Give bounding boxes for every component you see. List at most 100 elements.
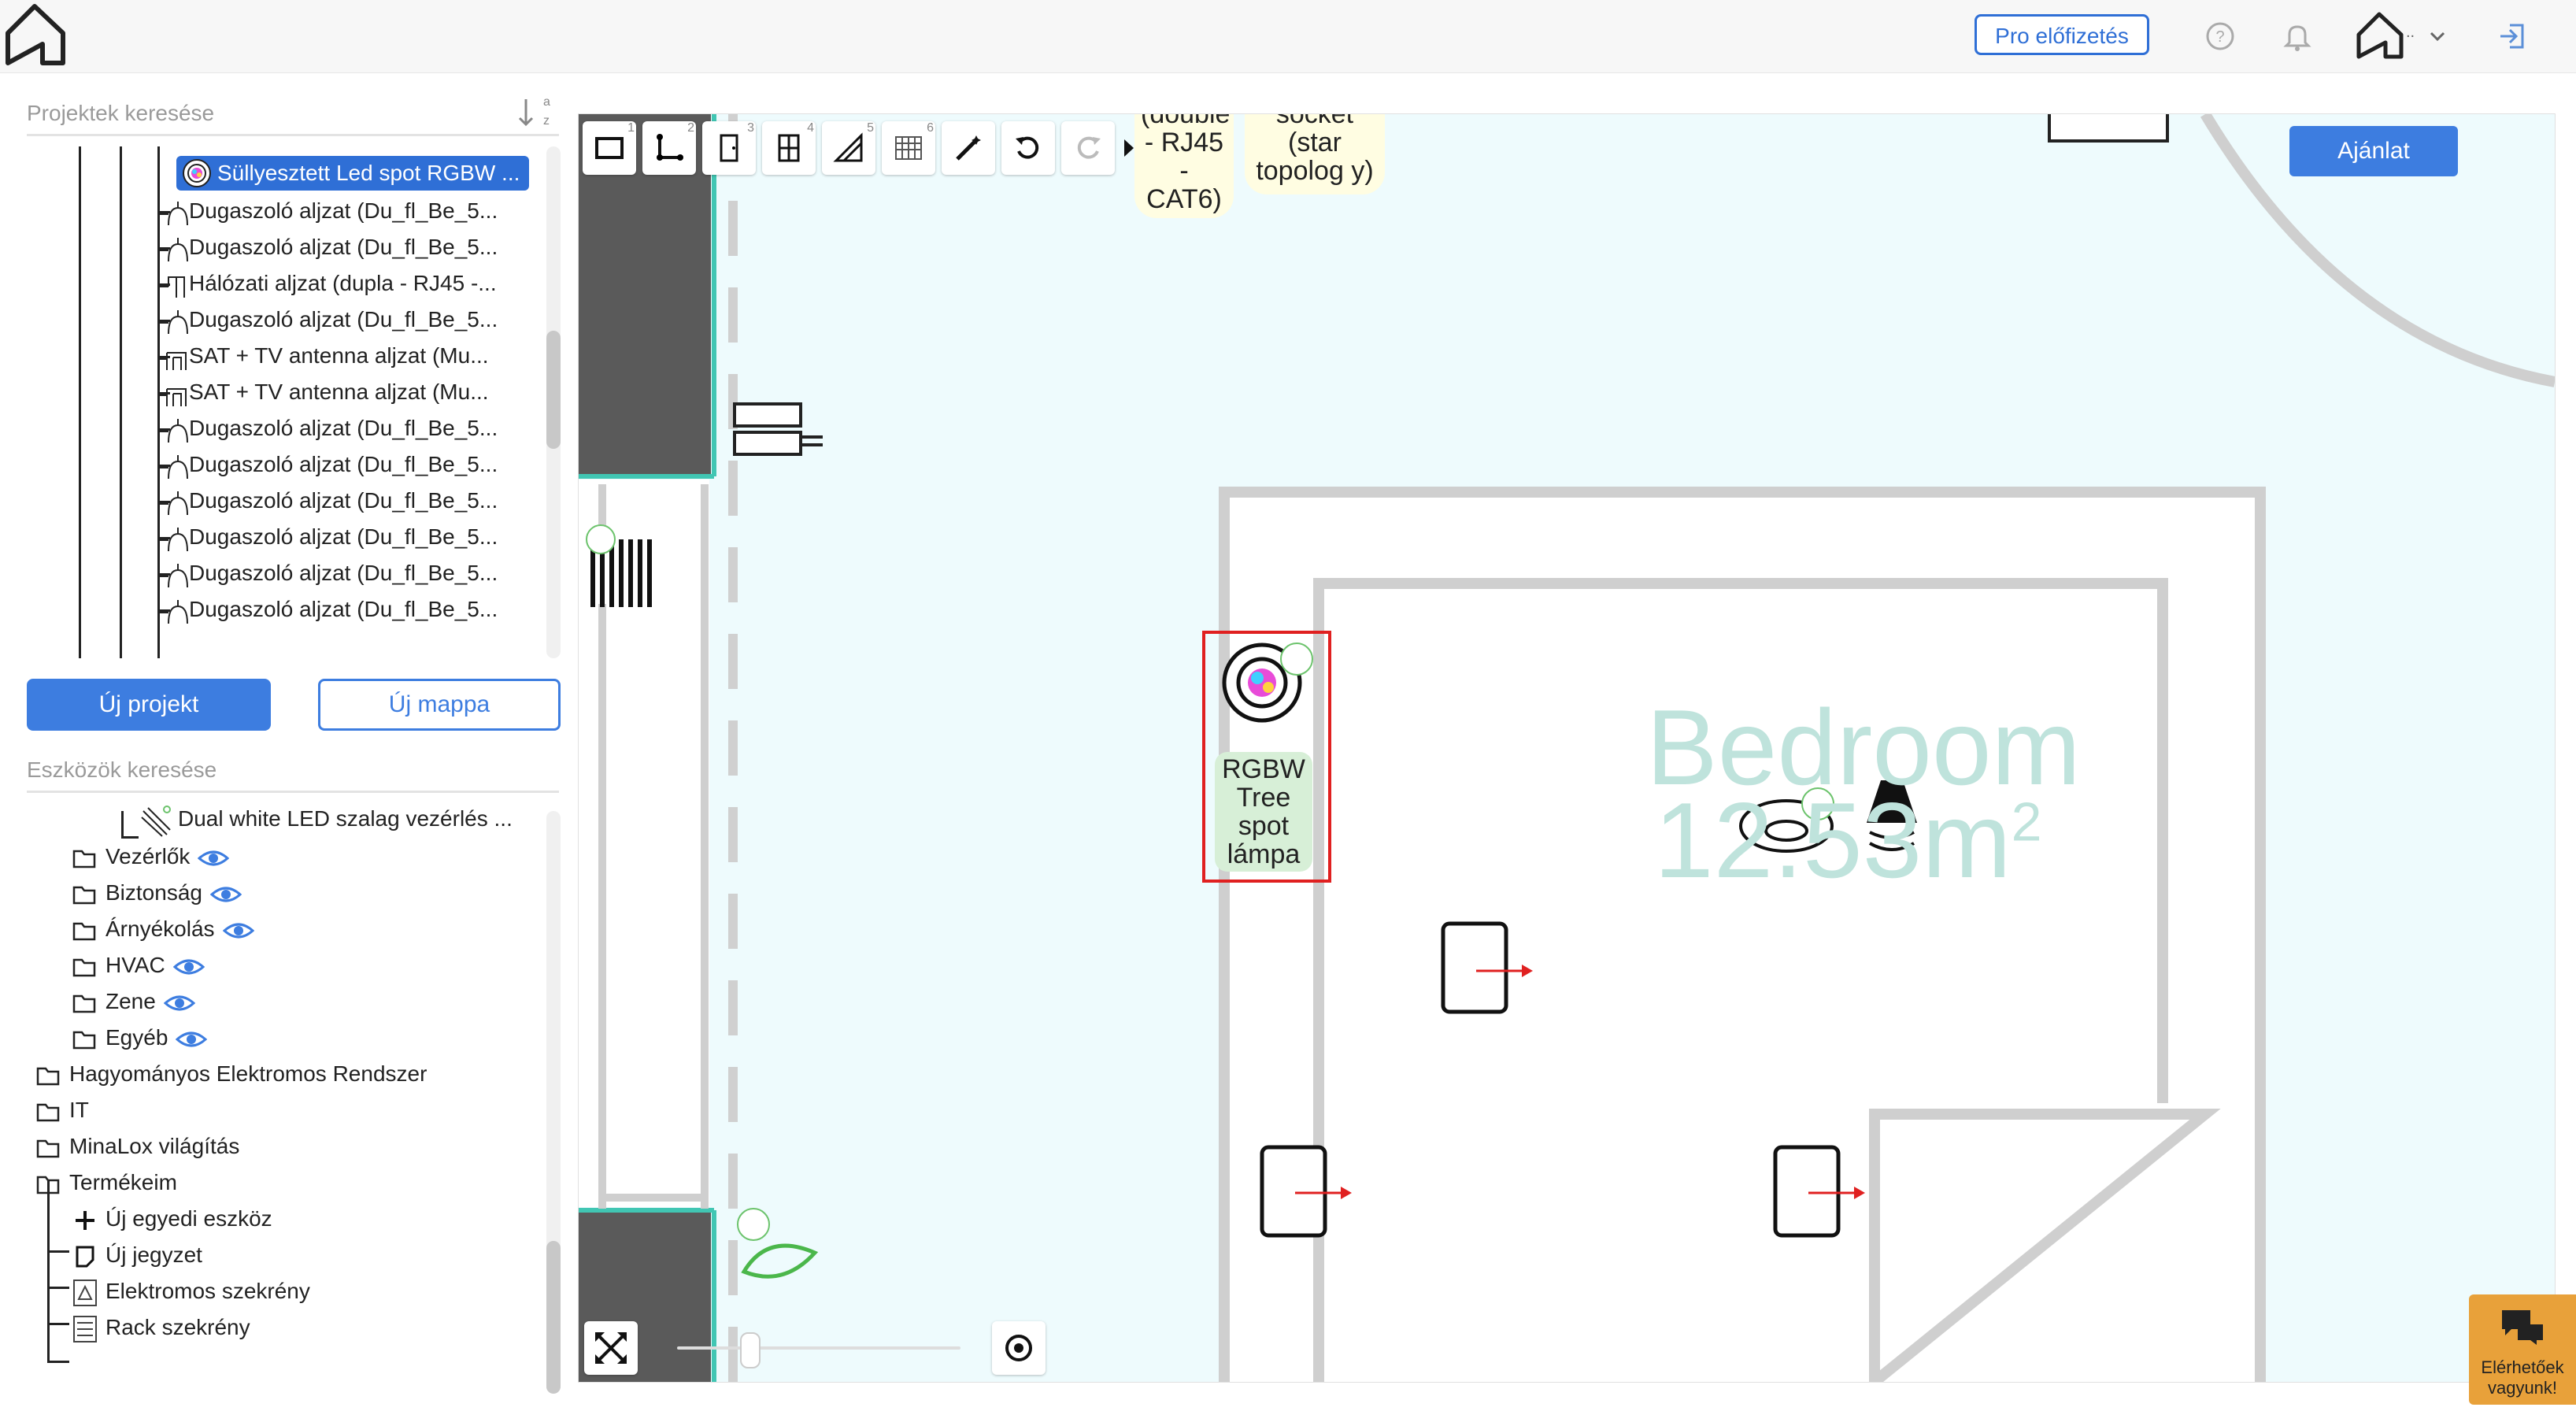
home-logo-icon[interactable] xyxy=(3,2,68,68)
project-search-input[interactable]: Projektek keresése xyxy=(27,93,559,136)
tree-item[interactable]: Dugaszoló aljzat (Du_fl_Be_5... xyxy=(157,554,498,592)
folder-icon xyxy=(72,1031,96,1049)
tree-item[interactable]: Dugaszoló aljzat (Du_fl_Be_5... xyxy=(157,192,498,230)
measure-tool[interactable]: 5 xyxy=(822,121,875,175)
undo-tool[interactable] xyxy=(1001,121,1055,175)
folder-icon xyxy=(72,922,96,940)
sort-az-icon[interactable]: a z xyxy=(516,93,551,134)
tree-item[interactable]: Hálózati aljzat (dupla - RJ45 -... xyxy=(157,265,497,302)
rack-cabinet-icon xyxy=(73,1315,97,1342)
center-view-button[interactable] xyxy=(992,1321,1046,1375)
device-tree-item[interactable]: Hagyományos Elektromos Rendszer xyxy=(35,1055,427,1093)
device-tree-item[interactable]: Egyéb xyxy=(71,1019,208,1057)
device-tree-item[interactable]: Árnyékolás xyxy=(71,910,254,948)
window-icon xyxy=(778,134,800,162)
tree-item-sullyesztett-led[interactable]: Süllyesztett Led spot RGBW ... xyxy=(176,156,530,191)
led-strip-icon xyxy=(141,805,171,837)
rectangle-tool[interactable]: 1 xyxy=(583,121,636,175)
device-tree-item[interactable]: Dual white LED szalag vezérlés ... xyxy=(139,800,513,838)
device-tree-scroll-thumb[interactable] xyxy=(546,1241,561,1394)
socket-star-label[interactable]: socket (star topolog y) xyxy=(1245,114,1385,194)
tree-guide-line xyxy=(121,811,124,838)
network-socket-label[interactable]: (double - RJ45 - CAT6) xyxy=(1134,114,1234,218)
bell-icon[interactable] xyxy=(2278,17,2316,55)
device-tree-item[interactable]: Termékeim xyxy=(35,1164,177,1202)
tree-item[interactable]: Dugaszoló aljzat (Du_fl_Be_5... xyxy=(157,518,498,556)
folder-icon xyxy=(36,1139,60,1157)
tree-item[interactable]: Dugaszoló aljzat (Du_fl_Be_5... xyxy=(157,301,498,339)
device-search-input[interactable]: Eszközök keresése xyxy=(27,750,559,793)
tree-guide-line xyxy=(157,247,170,250)
device-tree-item[interactable]: Zene xyxy=(71,983,196,1020)
leaf-sensor-symbol[interactable] xyxy=(737,1208,819,1279)
home-icon[interactable] xyxy=(2356,11,2404,60)
eye-icon[interactable] xyxy=(222,920,254,942)
tree-item[interactable]: Dugaszoló aljzat (Du_fl_Be_5... xyxy=(157,409,498,447)
device-tree-item[interactable]: HVAC xyxy=(71,946,205,984)
device-tree-item[interactable]: Új egyedi eszköz xyxy=(71,1200,272,1238)
device-tree-item[interactable]: Vezérlők xyxy=(71,838,230,876)
floor-plan-canvas[interactable]: Bedroom 12.53m2 (double - RJ45 - CAT6) s… xyxy=(578,113,2556,1383)
polyline-icon xyxy=(657,134,683,161)
pro-subscription-button[interactable]: Pro előfizetés xyxy=(1975,14,2149,55)
chat-widget[interactable]: Elérhetőek vagyunk! xyxy=(2469,1294,2576,1405)
top-bar: Pro előfizetés ? .. xyxy=(0,0,2576,73)
device-tree-label: Biztonság xyxy=(105,880,202,905)
tree-guide-line xyxy=(157,320,170,322)
tree-guide-line xyxy=(157,573,170,576)
tree-item[interactable]: Dugaszoló aljzat (Du_fl_Be_5... xyxy=(157,446,498,483)
drawing-toolbar: 1 2 3 4 5 6 xyxy=(583,121,1137,178)
fullscreen-button[interactable] xyxy=(584,1321,638,1375)
stairs-tool[interactable]: 6 xyxy=(882,121,935,175)
new-project-button[interactable]: Új projekt xyxy=(27,679,271,731)
magic-wand-icon xyxy=(956,135,981,161)
folder-icon xyxy=(72,850,96,868)
eye-icon[interactable] xyxy=(172,956,205,978)
eye-icon[interactable] xyxy=(209,883,242,905)
device-tree-item[interactable]: MinaLox világítás xyxy=(35,1128,239,1165)
zoom-slider-track[interactable] xyxy=(677,1346,960,1350)
tree-guide-line xyxy=(121,836,139,839)
eye-icon[interactable] xyxy=(163,992,196,1014)
device-tree-item[interactable]: Új jegyzet xyxy=(71,1236,202,1274)
tree-item[interactable]: SAT + TV antenna aljzat (Mu... xyxy=(157,373,489,411)
folder-icon xyxy=(72,994,96,1013)
eye-icon[interactable] xyxy=(176,1028,208,1050)
tree-guide-line xyxy=(157,609,170,612)
svg-text:z: z xyxy=(543,114,550,128)
tree-item-label: SAT + TV antenna aljzat (Mu... xyxy=(189,343,489,368)
magic-wand-tool[interactable] xyxy=(942,121,995,175)
expand-toolbar[interactable] xyxy=(1121,121,1137,175)
tree-item[interactable]: Dugaszoló aljzat (Du_fl_Be_5... xyxy=(157,482,498,520)
tree-guide-line xyxy=(157,501,170,503)
tree-guide-line xyxy=(120,146,122,658)
offer-button[interactable]: Ajánlat xyxy=(2289,126,2458,176)
redo-tool[interactable] xyxy=(1061,121,1115,175)
device-tree-label: Árnyékolás xyxy=(105,917,215,941)
help-icon[interactable]: ? xyxy=(2201,17,2239,55)
stairs-icon xyxy=(895,136,922,160)
undo-icon xyxy=(1016,136,1039,159)
device-tree-label: Új egyedi eszköz xyxy=(105,1206,272,1231)
device-tree-item[interactable]: Elektromos szekrény xyxy=(71,1272,310,1310)
door-tool[interactable]: 3 xyxy=(702,121,756,175)
device-tree-item[interactable]: Rack szekrény xyxy=(71,1309,250,1346)
chevron-down-icon[interactable] xyxy=(2426,17,2448,55)
device-tree-label: Dual white LED szalag vezérlés ... xyxy=(178,806,513,831)
tree-item[interactable]: Dugaszoló aljzat (Du_fl_Be_5... xyxy=(157,591,498,628)
switch-symbol[interactable] xyxy=(733,402,823,456)
eye-icon[interactable] xyxy=(198,847,230,869)
new-folder-button[interactable]: Új mappa xyxy=(318,679,561,731)
svg-text:?: ? xyxy=(2215,28,2224,46)
logout-icon[interactable] xyxy=(2494,17,2532,55)
zoom-slider-handle[interactable] xyxy=(740,1332,761,1368)
tree-item-label: Dugaszoló aljzat (Du_fl_Be_5... xyxy=(189,416,498,440)
device-tree-item[interactable]: Biztonság xyxy=(71,874,242,912)
wall-tool[interactable]: 2 xyxy=(642,121,696,175)
project-tree-scroll-thumb[interactable] xyxy=(546,331,561,449)
device-tree-item[interactable]: IT xyxy=(35,1091,89,1129)
window-tool[interactable]: 4 xyxy=(762,121,816,175)
tree-item[interactable]: SAT + TV antenna aljzat (Mu... xyxy=(157,337,489,375)
tree-item-label: Süllyesztett Led spot RGBW ... xyxy=(217,161,520,185)
tree-item[interactable]: Dugaszoló aljzat (Du_fl_Be_5... xyxy=(157,228,498,266)
